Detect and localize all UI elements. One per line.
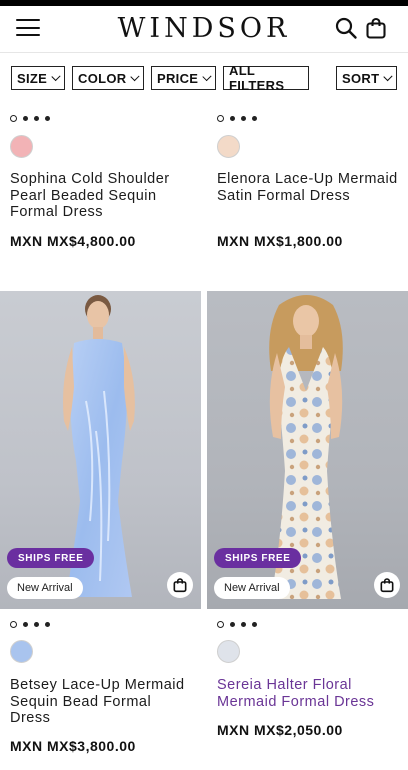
product-price: MXN MX$1,800.00 <box>217 233 343 249</box>
new-arrival-badge: New Arrival <box>214 577 290 599</box>
ships-free-badge: SHIPS FREE <box>7 548 95 568</box>
site-header: WINDSOR <box>0 6 408 52</box>
product-price: MXN MX$2,050.00 <box>217 722 343 738</box>
image-carousel-dots[interactable] <box>10 620 50 628</box>
ships-free-badge: SHIPS FREE <box>214 548 302 568</box>
color-swatch[interactable] <box>217 135 240 158</box>
image-carousel-dots[interactable] <box>10 114 50 122</box>
product-name[interactable]: Sophina Cold Shoulder Pearl Beaded Sequi… <box>10 171 196 221</box>
add-to-bag-icon[interactable] <box>374 572 400 598</box>
product-name[interactable]: Betsey Lace-Up Mermaid Sequin Bead Forma… <box>10 677 196 727</box>
product-image-betsey[interactable]: SHIPS FREE New Arrival <box>0 291 201 609</box>
product-name[interactable]: Elenora Lace-Up Mermaid Satin Formal Dre… <box>217 171 403 204</box>
chevron-down-icon <box>383 71 393 81</box>
size-filter-button[interactable]: SIZE <box>11 66 65 90</box>
image-carousel-dots[interactable] <box>217 620 257 628</box>
hamburger-menu-icon[interactable] <box>16 19 40 37</box>
product-card-sereia[interactable]: Sereia Halter Floral Mermaid Formal Dres… <box>207 610 408 770</box>
color-filter-button[interactable]: COLOR <box>72 66 144 90</box>
search-icon[interactable] <box>334 16 358 40</box>
add-to-bag-icon[interactable] <box>167 572 193 598</box>
product-card-elenora[interactable]: Elenora Lace-Up Mermaid Satin Formal Dre… <box>207 102 408 290</box>
all-filters-button[interactable]: ALL FILTERS <box>223 63 309 93</box>
color-swatch[interactable] <box>10 135 33 158</box>
product-card-betsey[interactable]: Betsey Lace-Up Mermaid Sequin Bead Forma… <box>0 610 201 770</box>
product-card-sophina[interactable]: Sophina Cold Shoulder Pearl Beaded Sequi… <box>0 102 201 290</box>
sort-label: SORT <box>342 70 380 86</box>
product-price: MXN MX$4,800.00 <box>10 233 136 249</box>
product-name[interactable]: Sereia Halter Floral Mermaid Formal Dres… <box>217 677 403 710</box>
chevron-down-icon <box>202 71 212 81</box>
filter-bar: SIZE COLOR PRICE ALL FILTERS SORT <box>0 52 408 102</box>
color-swatch[interactable] <box>10 640 33 663</box>
chevron-down-icon <box>51 71 61 81</box>
product-image-sereia[interactable]: SHIPS FREE New Arrival <box>207 291 408 609</box>
color-filter-label: COLOR <box>78 70 127 86</box>
image-carousel-dots[interactable] <box>217 114 257 122</box>
price-filter-button[interactable]: PRICE <box>151 66 216 90</box>
price-filter-label: PRICE <box>157 70 199 86</box>
sort-button[interactable]: SORT <box>336 66 397 90</box>
product-price: MXN MX$3,800.00 <box>10 738 136 754</box>
color-swatch[interactable] <box>217 640 240 663</box>
size-filter-label: SIZE <box>17 70 48 86</box>
new-arrival-badge: New Arrival <box>7 577 83 599</box>
chevron-down-icon <box>130 71 140 81</box>
shopping-bag-icon[interactable] <box>364 16 388 40</box>
all-filters-label: ALL FILTERS <box>229 63 285 93</box>
